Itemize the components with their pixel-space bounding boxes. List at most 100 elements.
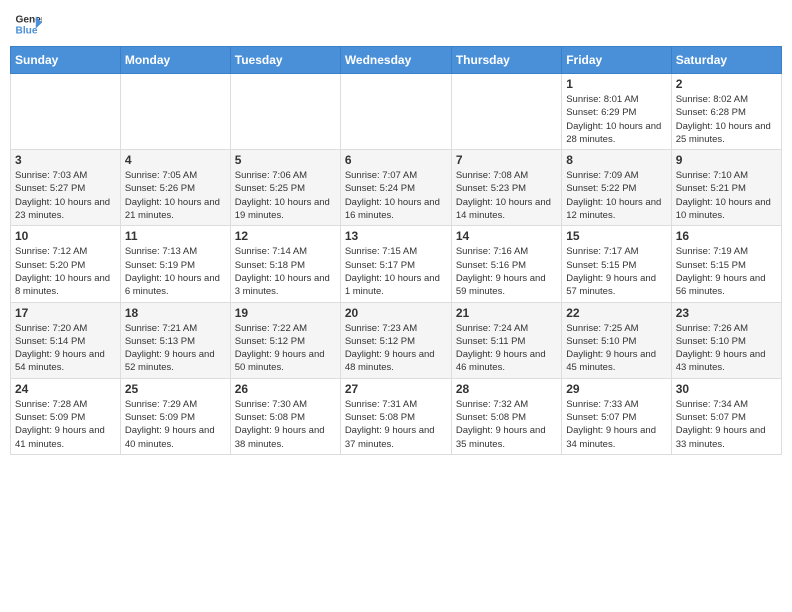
sunrise-text: Sunrise: 7:34 AM xyxy=(676,399,748,410)
sunrise-text: Sunrise: 7:31 AM xyxy=(345,399,417,410)
sunrise-text: Sunrise: 7:30 AM xyxy=(235,399,307,410)
calendar-cell: 7 Sunrise: 7:08 AM Sunset: 5:23 PM Dayli… xyxy=(451,150,561,226)
sunset-text: Sunset: 5:16 PM xyxy=(456,260,526,271)
sunset-text: Sunset: 6:29 PM xyxy=(566,107,636,118)
daylight-text: Daylight: 9 hours and 37 minutes. xyxy=(345,425,435,449)
day-info: Sunrise: 7:21 AM Sunset: 5:13 PM Dayligh… xyxy=(125,322,226,375)
day-info: Sunrise: 7:15 AM Sunset: 5:17 PM Dayligh… xyxy=(345,245,447,298)
day-info: Sunrise: 7:22 AM Sunset: 5:12 PM Dayligh… xyxy=(235,322,336,375)
day-info: Sunrise: 7:09 AM Sunset: 5:22 PM Dayligh… xyxy=(566,169,666,222)
logo-icon: General Blue xyxy=(14,10,42,38)
daylight-text: Daylight: 9 hours and 50 minutes. xyxy=(235,349,325,373)
day-number: 23 xyxy=(676,306,777,320)
sunset-text: Sunset: 5:22 PM xyxy=(566,183,636,194)
daylight-text: Daylight: 9 hours and 59 minutes. xyxy=(456,273,546,297)
day-info: Sunrise: 7:33 AM Sunset: 5:07 PM Dayligh… xyxy=(566,398,666,451)
day-info: Sunrise: 7:29 AM Sunset: 5:09 PM Dayligh… xyxy=(125,398,226,451)
weekday-header-monday: Monday xyxy=(120,47,230,74)
sunset-text: Sunset: 5:24 PM xyxy=(345,183,415,194)
daylight-text: Daylight: 10 hours and 28 minutes. xyxy=(566,121,661,145)
calendar-cell xyxy=(340,74,451,150)
daylight-text: Daylight: 9 hours and 56 minutes. xyxy=(676,273,766,297)
daylight-text: Daylight: 10 hours and 10 minutes. xyxy=(676,197,771,221)
day-info: Sunrise: 7:05 AM Sunset: 5:26 PM Dayligh… xyxy=(125,169,226,222)
sunset-text: Sunset: 5:17 PM xyxy=(345,260,415,271)
calendar-cell: 4 Sunrise: 7:05 AM Sunset: 5:26 PM Dayli… xyxy=(120,150,230,226)
day-info: Sunrise: 7:25 AM Sunset: 5:10 PM Dayligh… xyxy=(566,322,666,375)
sunset-text: Sunset: 5:09 PM xyxy=(125,412,195,423)
calendar-cell: 25 Sunrise: 7:29 AM Sunset: 5:09 PM Dayl… xyxy=(120,378,230,454)
day-number: 17 xyxy=(15,306,116,320)
sunset-text: Sunset: 5:26 PM xyxy=(125,183,195,194)
day-number: 26 xyxy=(235,382,336,396)
daylight-text: Daylight: 10 hours and 25 minutes. xyxy=(676,121,771,145)
day-number: 13 xyxy=(345,229,447,243)
sunrise-text: Sunrise: 7:21 AM xyxy=(125,323,197,334)
day-number: 14 xyxy=(456,229,557,243)
sunset-text: Sunset: 5:09 PM xyxy=(15,412,85,423)
sunrise-text: Sunrise: 7:16 AM xyxy=(456,246,528,257)
day-number: 7 xyxy=(456,153,557,167)
day-number: 20 xyxy=(345,306,447,320)
day-info: Sunrise: 7:14 AM Sunset: 5:18 PM Dayligh… xyxy=(235,245,336,298)
calendar-cell: 5 Sunrise: 7:06 AM Sunset: 5:25 PM Dayli… xyxy=(230,150,340,226)
day-info: Sunrise: 7:28 AM Sunset: 5:09 PM Dayligh… xyxy=(15,398,116,451)
calendar-cell: 15 Sunrise: 7:17 AM Sunset: 5:15 PM Dayl… xyxy=(562,226,671,302)
sunset-text: Sunset: 5:14 PM xyxy=(15,336,85,347)
day-number: 2 xyxy=(676,77,777,91)
sunrise-text: Sunrise: 7:19 AM xyxy=(676,246,748,257)
daylight-text: Daylight: 10 hours and 23 minutes. xyxy=(15,197,110,221)
calendar-cell xyxy=(120,74,230,150)
sunset-text: Sunset: 5:15 PM xyxy=(566,260,636,271)
svg-text:Blue: Blue xyxy=(16,25,38,36)
daylight-text: Daylight: 10 hours and 3 minutes. xyxy=(235,273,330,297)
weekday-header-tuesday: Tuesday xyxy=(230,47,340,74)
sunset-text: Sunset: 5:08 PM xyxy=(235,412,305,423)
sunrise-text: Sunrise: 7:14 AM xyxy=(235,246,307,257)
sunrise-text: Sunrise: 7:25 AM xyxy=(566,323,638,334)
daylight-text: Daylight: 10 hours and 8 minutes. xyxy=(15,273,110,297)
calendar-cell: 2 Sunrise: 8:02 AM Sunset: 6:28 PM Dayli… xyxy=(671,74,781,150)
day-info: Sunrise: 7:12 AM Sunset: 5:20 PM Dayligh… xyxy=(15,245,116,298)
calendar-cell xyxy=(451,74,561,150)
daylight-text: Daylight: 10 hours and 19 minutes. xyxy=(235,197,330,221)
page-header: General Blue xyxy=(10,10,782,38)
sunrise-text: Sunrise: 7:10 AM xyxy=(676,170,748,181)
weekday-header-saturday: Saturday xyxy=(671,47,781,74)
sunset-text: Sunset: 5:07 PM xyxy=(676,412,746,423)
calendar-cell: 24 Sunrise: 7:28 AM Sunset: 5:09 PM Dayl… xyxy=(11,378,121,454)
sunset-text: Sunset: 5:12 PM xyxy=(235,336,305,347)
calendar-cell: 3 Sunrise: 7:03 AM Sunset: 5:27 PM Dayli… xyxy=(11,150,121,226)
calendar-cell: 27 Sunrise: 7:31 AM Sunset: 5:08 PM Dayl… xyxy=(340,378,451,454)
day-info: Sunrise: 7:19 AM Sunset: 5:15 PM Dayligh… xyxy=(676,245,777,298)
daylight-text: Daylight: 9 hours and 54 minutes. xyxy=(15,349,105,373)
calendar-week-2: 3 Sunrise: 7:03 AM Sunset: 5:27 PM Dayli… xyxy=(11,150,782,226)
sunset-text: Sunset: 5:08 PM xyxy=(345,412,415,423)
day-info: Sunrise: 7:20 AM Sunset: 5:14 PM Dayligh… xyxy=(15,322,116,375)
sunrise-text: Sunrise: 7:29 AM xyxy=(125,399,197,410)
day-number: 25 xyxy=(125,382,226,396)
calendar-cell: 13 Sunrise: 7:15 AM Sunset: 5:17 PM Dayl… xyxy=(340,226,451,302)
daylight-text: Daylight: 10 hours and 6 minutes. xyxy=(125,273,220,297)
sunset-text: Sunset: 5:10 PM xyxy=(676,336,746,347)
day-number: 8 xyxy=(566,153,666,167)
day-info: Sunrise: 7:13 AM Sunset: 5:19 PM Dayligh… xyxy=(125,245,226,298)
sunset-text: Sunset: 5:18 PM xyxy=(235,260,305,271)
sunrise-text: Sunrise: 7:23 AM xyxy=(345,323,417,334)
calendar-cell: 29 Sunrise: 7:33 AM Sunset: 5:07 PM Dayl… xyxy=(562,378,671,454)
day-info: Sunrise: 7:31 AM Sunset: 5:08 PM Dayligh… xyxy=(345,398,447,451)
day-info: Sunrise: 7:30 AM Sunset: 5:08 PM Dayligh… xyxy=(235,398,336,451)
day-number: 28 xyxy=(456,382,557,396)
weekday-header-sunday: Sunday xyxy=(11,47,121,74)
day-info: Sunrise: 7:34 AM Sunset: 5:07 PM Dayligh… xyxy=(676,398,777,451)
day-number: 15 xyxy=(566,229,666,243)
sunrise-text: Sunrise: 8:01 AM xyxy=(566,94,638,105)
sunrise-text: Sunrise: 7:06 AM xyxy=(235,170,307,181)
day-number: 5 xyxy=(235,153,336,167)
daylight-text: Daylight: 10 hours and 14 minutes. xyxy=(456,197,551,221)
sunrise-text: Sunrise: 7:05 AM xyxy=(125,170,197,181)
sunrise-text: Sunrise: 7:20 AM xyxy=(15,323,87,334)
day-number: 21 xyxy=(456,306,557,320)
day-number: 4 xyxy=(125,153,226,167)
sunset-text: Sunset: 5:07 PM xyxy=(566,412,636,423)
